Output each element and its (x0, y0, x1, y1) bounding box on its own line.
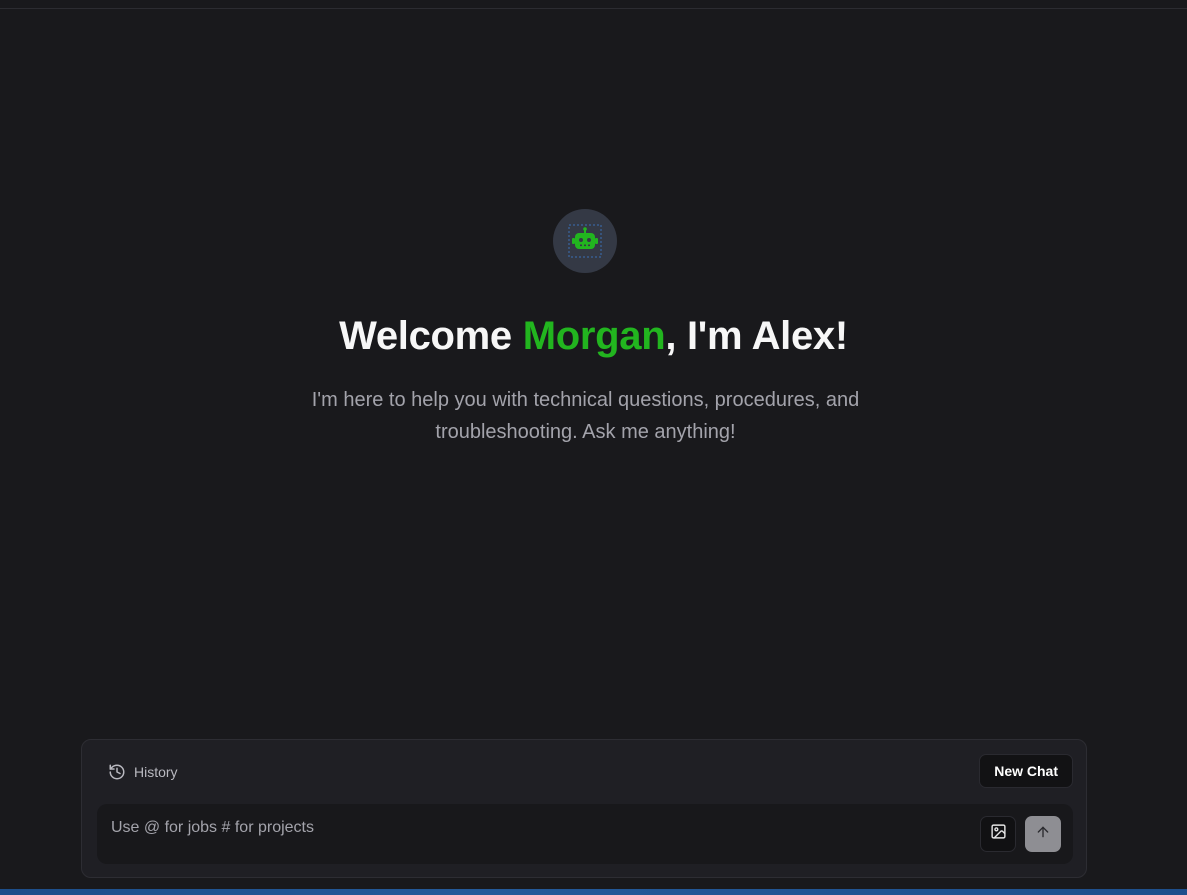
new-chat-button[interactable]: New Chat (979, 754, 1073, 788)
welcome-subtitle: I'm here to help you with technical ques… (311, 389, 860, 443)
message-input[interactable] (111, 814, 971, 856)
history-label: History (134, 764, 178, 780)
welcome-suffix: , I'm Alex! (665, 314, 848, 358)
arrow-up-icon (1035, 824, 1051, 845)
attach-image-button[interactable] (980, 816, 1016, 852)
top-divider (0, 8, 1187, 9)
welcome-prefix: Welcome (339, 314, 523, 358)
message-input-container (97, 804, 1073, 864)
chat-composer: History New Chat (81, 739, 1087, 878)
taskbar-strip (0, 889, 1187, 895)
welcome-heading: Welcome Morgan, I'm Alex! (0, 310, 1187, 362)
send-button[interactable] (1025, 816, 1061, 852)
history-button[interactable]: History (108, 760, 178, 784)
history-icon (108, 763, 126, 781)
user-name: Morgan (522, 314, 666, 358)
robot-icon (568, 224, 602, 258)
image-icon (990, 823, 1007, 845)
assistant-avatar (553, 209, 617, 273)
